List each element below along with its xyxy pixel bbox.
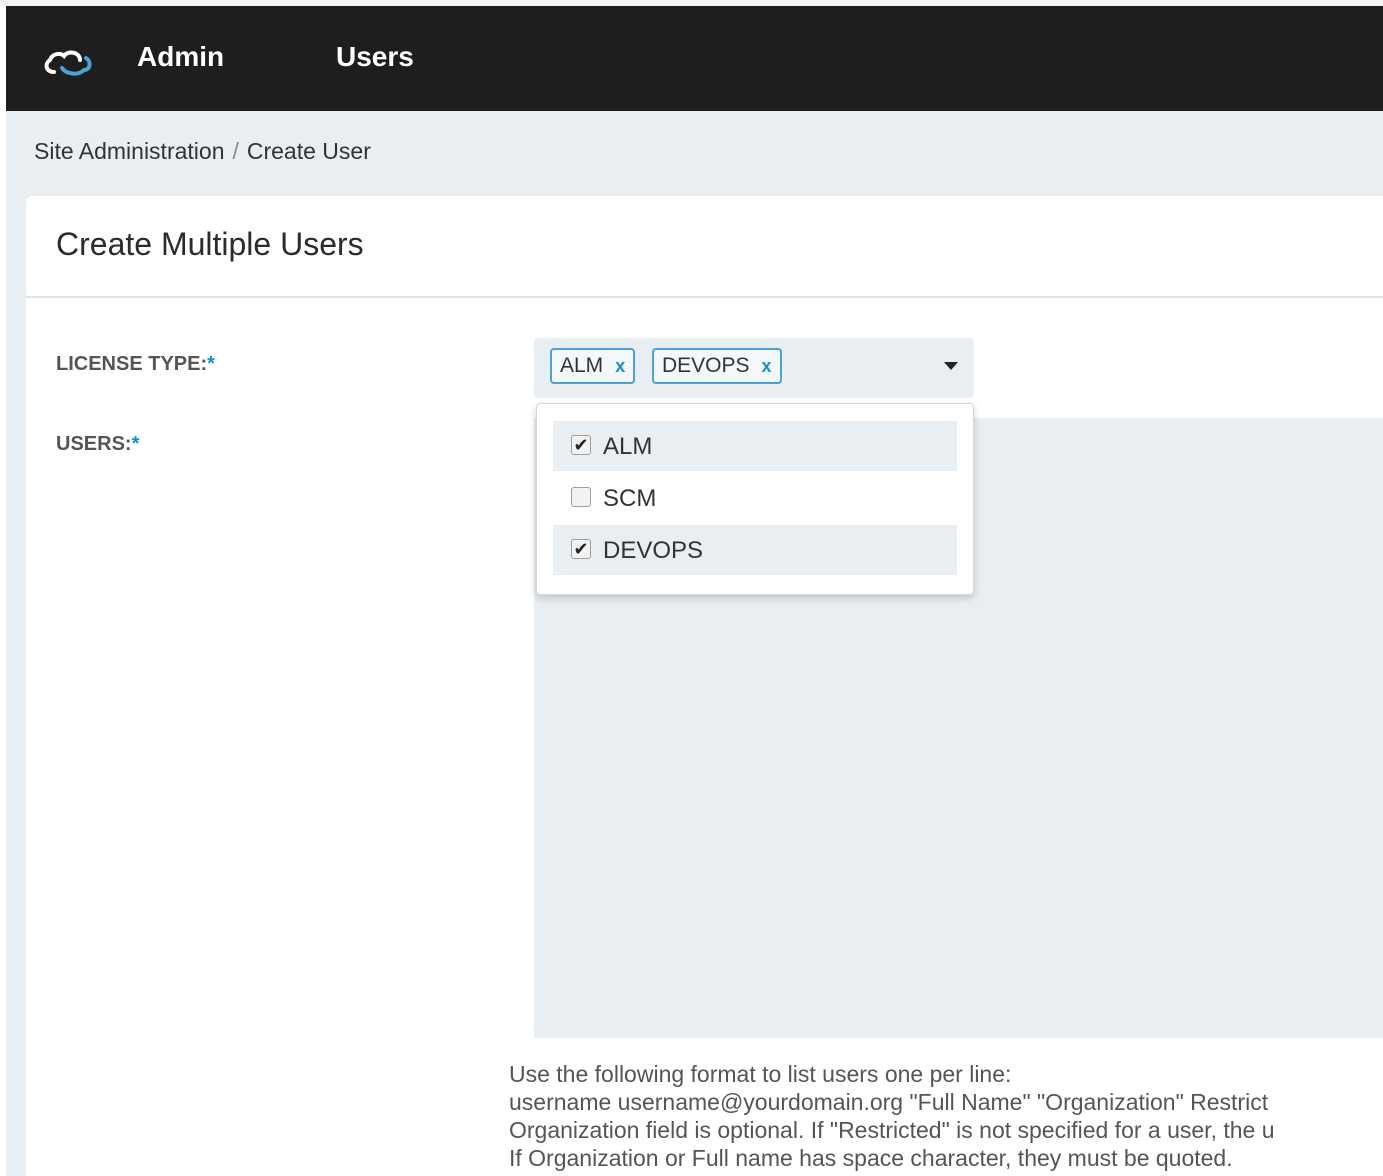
help-line: username username@yourdomain.org "Full N… [509, 1089, 1269, 1115]
title-divider [26, 296, 1383, 298]
option-label: SCM [603, 485, 657, 512]
help-line: Organization field is optional. If "Rest… [509, 1117, 1275, 1143]
nav-admin-link[interactable]: Admin [137, 41, 224, 73]
top-navbar: Admin Users [6, 6, 1383, 111]
users-format-help: Use the following format to list users o… [509, 1060, 1383, 1172]
license-type-label-text: LICENSE TYPE: [56, 353, 208, 375]
users-label-text: USERS: [56, 433, 132, 455]
breadcrumb-separator: / [232, 138, 239, 164]
cloud-logo-icon[interactable] [40, 46, 98, 80]
option-label: DEVOPS [603, 537, 704, 564]
chip-label: ALM [560, 354, 604, 377]
users-label: USERS:* [56, 433, 139, 456]
chip-devops: DEVOPS x [652, 348, 782, 384]
option-scm[interactable]: SCM [553, 473, 957, 523]
license-type-dropdown: ✔ ALM SCM ✔ DEVOPS [536, 403, 974, 595]
caret-down-icon[interactable] [944, 362, 958, 370]
chip-label: DEVOPS [662, 354, 750, 377]
checkbox[interactable] [571, 487, 591, 507]
option-alm[interactable]: ✔ ALM [553, 421, 957, 471]
breadcrumb: Site Administration / Create User [34, 138, 371, 165]
required-marker: * [131, 433, 140, 455]
checkbox[interactable]: ✔ [571, 435, 591, 455]
page-title: Create Multiple Users [56, 226, 364, 262]
help-line: If Organization or Full name has space c… [509, 1145, 1233, 1171]
license-type-label: LICENSE TYPE:* [56, 353, 215, 376]
checkmark-icon: ✔ [573, 539, 589, 559]
checkbox[interactable]: ✔ [571, 539, 591, 559]
option-devops[interactable]: ✔ DEVOPS [553, 525, 957, 575]
chip-remove-icon[interactable]: x [615, 356, 625, 376]
breadcrumb-create-user: Create User [246, 138, 371, 164]
breadcrumb-site-administration[interactable]: Site Administration [34, 138, 224, 164]
chip-remove-icon[interactable]: x [762, 356, 772, 376]
option-label: ALM [603, 433, 653, 460]
required-marker: * [207, 353, 215, 375]
help-line: Use the following format to list users o… [509, 1061, 1012, 1087]
chip-alm: ALM x [550, 348, 636, 384]
license-type-select[interactable]: ALM x DEVOPS x [534, 338, 974, 398]
nav-users-link[interactable]: Users [336, 41, 414, 73]
checkmark-icon: ✔ [573, 435, 589, 455]
